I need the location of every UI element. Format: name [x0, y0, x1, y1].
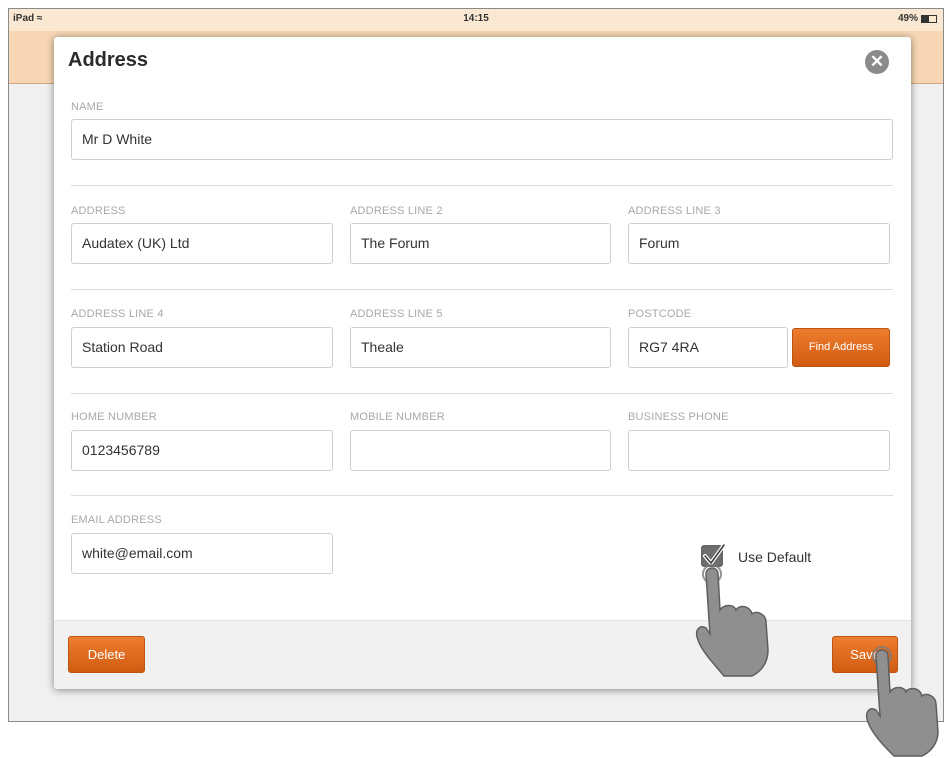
divider: [71, 393, 893, 394]
email-field[interactable]: white@email.com: [71, 533, 333, 574]
divider: [71, 185, 893, 186]
address-line-3-field[interactable]: Forum: [628, 223, 890, 264]
business-phone-field[interactable]: [628, 430, 890, 471]
divider: [71, 289, 893, 290]
divider: [71, 495, 893, 496]
home-number-label: HOME NUMBER: [71, 411, 157, 423]
mobile-number-label: MOBILE NUMBER: [350, 411, 445, 423]
mobile-number-field[interactable]: [350, 430, 611, 471]
address-line-5-field[interactable]: Theale: [350, 327, 611, 368]
find-address-button[interactable]: Find Address: [792, 328, 890, 367]
tap-hand-icon: [695, 564, 769, 677]
tap-hand-icon: [865, 646, 939, 757]
address-line-2-field[interactable]: The Forum: [350, 223, 611, 264]
address-line-5-label: ADDRESS LINE 5: [350, 308, 443, 320]
delete-button[interactable]: Delete: [68, 636, 145, 673]
name-field[interactable]: Mr D White: [71, 119, 893, 160]
postcode-label: POSTCODE: [628, 308, 692, 320]
battery-icon: [921, 14, 937, 23]
address-line-3-label: ADDRESS LINE 3: [628, 205, 721, 217]
email-label: EMAIL ADDRESS: [71, 514, 162, 526]
address-line-4-field[interactable]: Station Road: [71, 327, 333, 368]
status-bar: iPad ≈ 14:15 49%: [9, 9, 943, 31]
home-number-field[interactable]: 0123456789: [71, 430, 333, 471]
address-dialog: Address ✕ NAME Mr D White ADDRESS Audate…: [54, 37, 911, 689]
dialog-title: Address: [68, 49, 149, 71]
close-icon[interactable]: ✕: [865, 50, 889, 74]
address-field[interactable]: Audatex (UK) Ltd: [71, 223, 333, 264]
postcode-field[interactable]: RG7 4RA: [628, 327, 788, 368]
business-phone-label: BUSINESS PHONE: [628, 411, 729, 423]
address-label: ADDRESS: [71, 205, 126, 217]
status-battery: 49%: [898, 13, 937, 24]
address-line-4-label: ADDRESS LINE 4: [71, 308, 164, 320]
status-time: 14:15: [463, 13, 489, 24]
name-label: NAME: [71, 101, 104, 113]
battery-percent: 49%: [897, 13, 918, 24]
dialog-footer: [54, 620, 911, 689]
address-line-2-label: ADDRESS LINE 2: [350, 205, 443, 217]
